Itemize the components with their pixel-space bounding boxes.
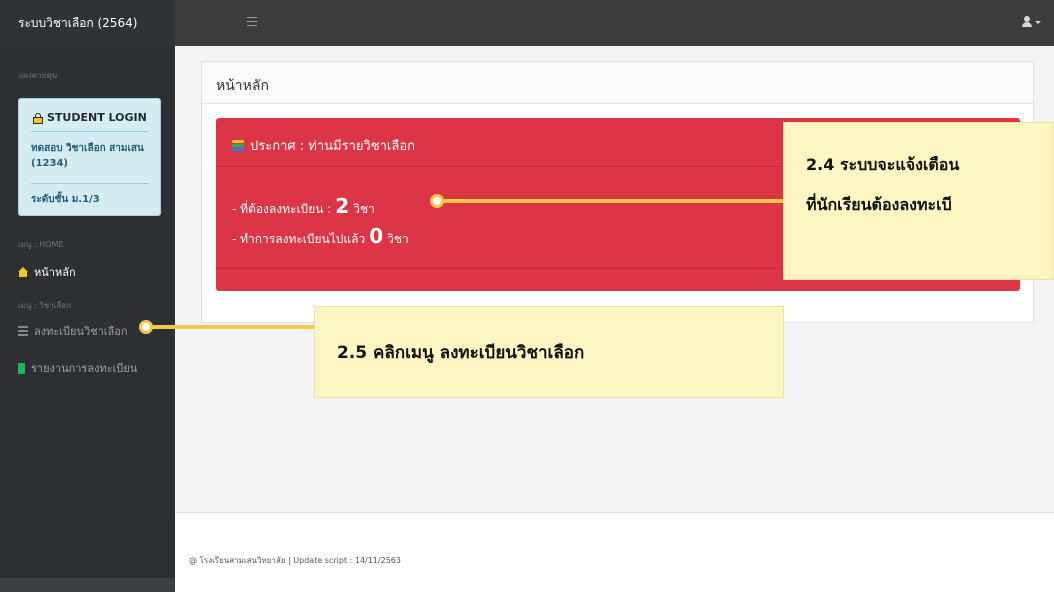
sidebar-heading-home: เมนู : HOME <box>18 240 64 249</box>
caret-down-icon <box>1035 21 1041 24</box>
sidebar-item-label: ลงทะเบียนวิชาเลือก <box>34 325 128 338</box>
sidebar-item-label: หน้าหลัก <box>34 266 76 279</box>
page-title: หน้าหลัก <box>216 78 269 94</box>
callout-dot <box>430 194 444 208</box>
hamburger-icon[interactable] <box>247 14 257 30</box>
required-count: 2 <box>335 194 350 218</box>
student-login-box: STUDENT LOGIN ทดสอบ วิชาเลือก สามเสน (12… <box>18 98 161 216</box>
page-footer: @ โรงเรียนสามเสนวิทยาลัย | Update script… <box>175 512 1054 592</box>
student-login-title: STUDENT LOGIN <box>33 111 147 124</box>
callout-notice: 2.4 ระบบจะแจ้งเตือน ที่นักเรียนต้องลงทะเ… <box>783 122 1054 280</box>
footer-text: @ โรงเรียนสามเสนวิทยาลัย | Update script… <box>189 556 401 565</box>
sidebar-item-home[interactable]: หน้าหลัก <box>18 263 76 281</box>
sidebar-item-register-elective[interactable]: ลงทะเบียนวิชาเลือก <box>18 322 128 340</box>
sidebar-item-label: รายงานการลงทะเบียน <box>31 362 138 375</box>
callout-connector <box>437 199 794 203</box>
divider <box>31 131 149 132</box>
sidebar-item-registration-report[interactable]: รายงานการลงทะเบียน <box>18 359 137 377</box>
callout-menu-hint-text: 2.5 คลิกเมนู ลงทะเบียนวิชาเลือก <box>337 343 585 363</box>
registered-label: - ทำการลงทะเบียนไปแล้ว <box>232 232 366 246</box>
sidebar-heading-elective: เมนู : วิชาเลือก <box>18 301 71 310</box>
sidebar-heading-panel: แผงควบคุม <box>18 71 58 80</box>
divider <box>31 183 149 184</box>
callout-connector <box>145 325 321 329</box>
student-login-label: STUDENT LOGIN <box>47 111 147 124</box>
student-class: ระดับชั้น ม.1/3 <box>31 194 100 205</box>
unit-label: วิชา <box>387 232 409 246</box>
unit-label: วิชา <box>353 202 375 216</box>
required-label: - ที่ต้องลงทะเบียน : <box>232 202 332 216</box>
callout-notice-line1: 2.4 ระบบจะแจ้งเตือน <box>806 155 960 174</box>
list-icon <box>18 326 28 336</box>
callout-notice-line2: ที่นักเรียนต้องลงทะเบี <box>806 195 952 214</box>
user-menu-button[interactable] <box>1022 16 1042 30</box>
home-icon <box>18 267 28 277</box>
sidebar-footer-bar <box>0 578 175 592</box>
top-navbar: ระบบวิชาเลือก (2564) <box>0 0 1054 46</box>
user-icon-body <box>1022 22 1032 27</box>
student-name: ทดสอบ วิชาเลือก สามเสน (1234) <box>31 143 144 169</box>
books-icon <box>232 139 244 152</box>
alert-heading-text: ประกาศ : ท่านมีรายวิชาเลือก <box>250 139 416 154</box>
callout-menu-hint: 2.5 คลิกเมนู ลงทะเบียนวิชาเลือก <box>314 306 784 398</box>
registered-count-row: - ทำการลงทะเบียนไปแล้ว 0 วิชา <box>232 224 409 249</box>
required-count-row: - ที่ต้องลงทะเบียน : 2 วิชา <box>232 194 375 219</box>
panel-header: หน้าหลัก <box>202 62 1033 104</box>
alert-heading: ประกาศ : ท่านมีรายวิชาเลือก <box>232 135 415 156</box>
lock-icon <box>33 113 43 124</box>
callout-dot <box>139 320 153 334</box>
book-icon <box>18 362 25 374</box>
registered-count: 0 <box>369 224 384 248</box>
brand-title[interactable]: ระบบวิชาเลือก (2564) <box>0 0 175 46</box>
